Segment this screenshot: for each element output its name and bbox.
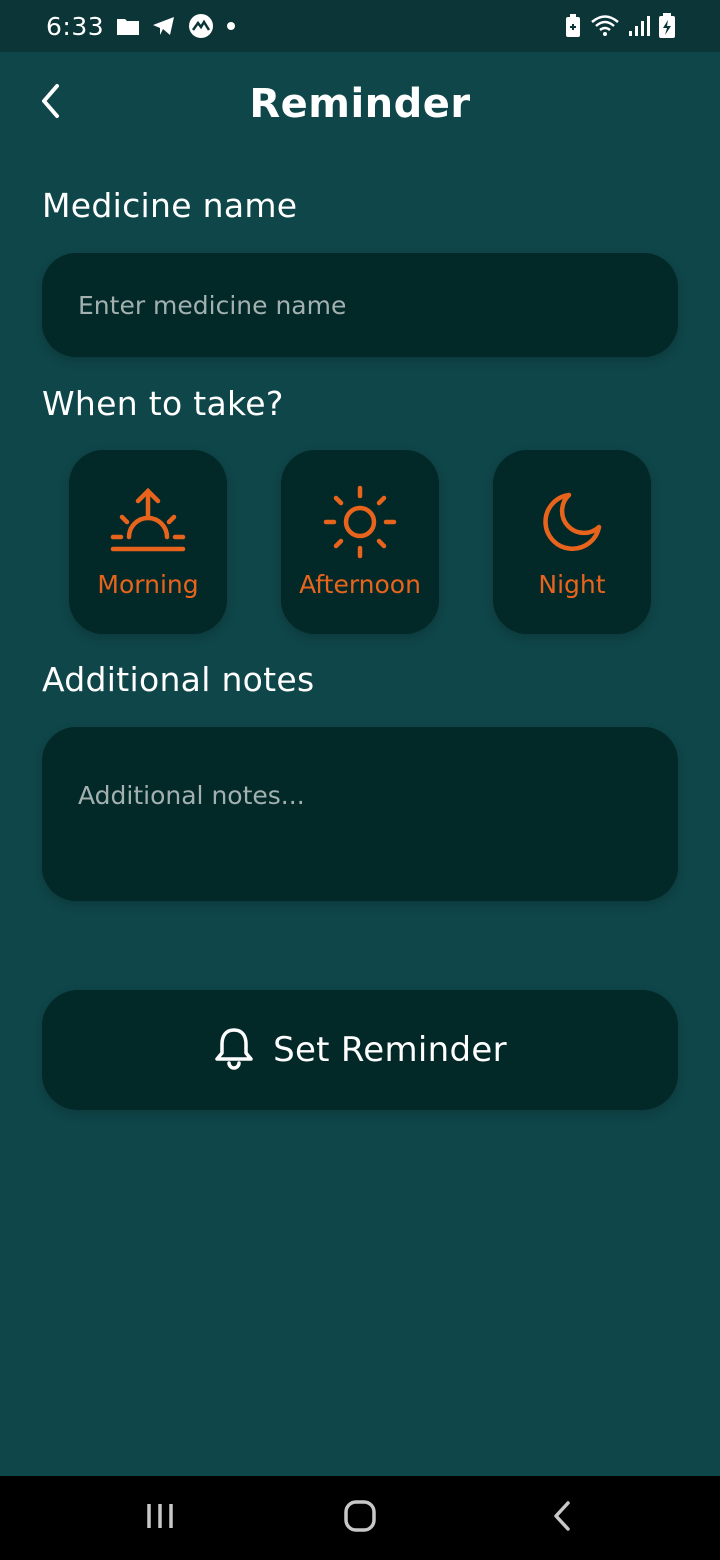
status-time: 6:33 <box>46 11 105 41</box>
battery-saver-icon <box>564 14 582 38</box>
dot-icon <box>226 21 236 31</box>
time-options: Morning Afternoon Night <box>0 450 720 634</box>
page-title: Reminder <box>249 81 471 127</box>
chevron-left-icon <box>38 82 62 124</box>
back-button[interactable] <box>30 78 70 128</box>
wifi-icon <box>590 14 620 38</box>
additional-notes-input[interactable] <box>42 727 678 901</box>
night-label: Night <box>538 570 606 599</box>
folder-icon <box>116 16 140 36</box>
system-back-button[interactable] <box>512 1476 612 1560</box>
status-left: 6:33 <box>46 12 236 41</box>
additional-notes-label: Additional notes <box>42 660 315 699</box>
app-header: Reminder <box>0 52 720 156</box>
home-button[interactable] <box>310 1476 410 1560</box>
medicine-name-input[interactable] <box>42 253 678 357</box>
home-icon <box>343 1499 377 1537</box>
medicine-name-label: Medicine name <box>42 186 298 225</box>
sunrise-icon <box>108 486 188 558</box>
status-bar: 6:33 <box>0 0 720 52</box>
set-reminder-button[interactable]: Set Reminder <box>42 990 678 1110</box>
telegram-icon <box>152 15 176 37</box>
recents-button[interactable] <box>110 1476 210 1560</box>
status-right <box>564 13 676 39</box>
navigation-bar <box>0 1476 720 1560</box>
sun-icon <box>320 485 400 559</box>
additional-notes-field-container <box>42 727 678 901</box>
moon-icon <box>532 486 612 558</box>
set-reminder-label: Set Reminder <box>273 1030 507 1070</box>
recents-icon <box>145 1502 175 1534</box>
signal-icon <box>628 15 650 37</box>
morning-label: Morning <box>97 570 199 599</box>
night-option[interactable]: Night <box>493 450 651 634</box>
battery-charging-icon <box>658 13 676 39</box>
when-to-take-label: When to take? <box>42 384 284 423</box>
morning-option[interactable]: Morning <box>69 450 227 634</box>
afternoon-label: Afternoon <box>299 570 421 599</box>
afternoon-option[interactable]: Afternoon <box>281 450 439 634</box>
back-icon <box>551 1500 573 1536</box>
medicine-name-field-container <box>42 253 678 357</box>
app-icon <box>188 13 214 39</box>
bell-icon <box>213 1026 255 1074</box>
